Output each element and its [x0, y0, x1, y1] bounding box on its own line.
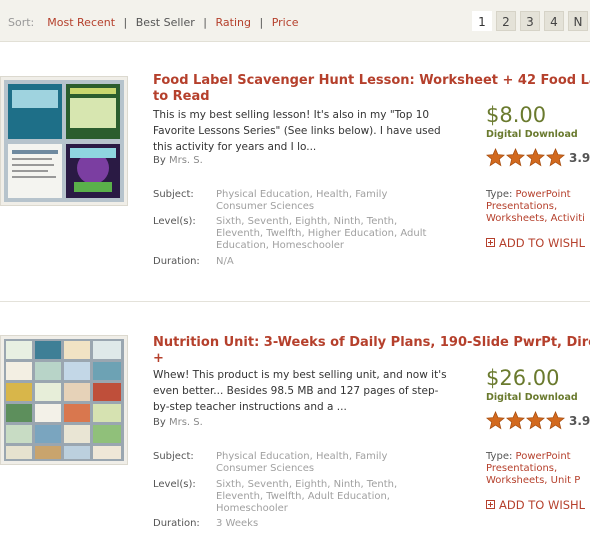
levels-label: Level(s): [153, 216, 196, 227]
sort-separator: | [203, 16, 207, 29]
product-price: $26.00 [486, 366, 560, 390]
sort-options: Sort: Most Recent | Best Seller | Rating… [8, 16, 299, 29]
duration-label: Duration: [153, 518, 200, 529]
subject-value[interactable]: Physical Education, Health, Family Consu… [216, 189, 431, 213]
star-icon [525, 147, 546, 167]
product-title-line[interactable]: Nutrition Unit: 3-Weeks of Daily Plans, … [153, 335, 590, 351]
product-format: Digital Download [486, 392, 578, 403]
plus-icon [486, 238, 495, 247]
subject-label: Subject: [153, 451, 194, 462]
by-label: By [153, 417, 166, 428]
subject-value[interactable]: Physical Education, Health, Family Consu… [216, 451, 431, 475]
product-type: Type: PowerPoint Presentations, Workshee… [486, 189, 590, 225]
wishlist-label[interactable]: ADD TO WISHL [499, 498, 585, 512]
rating-stars: 3.9 [485, 410, 590, 430]
type-value[interactable]: PowerPoint [516, 189, 571, 200]
product-author: By Mrs. S. [153, 417, 203, 428]
pagination: 1234N [472, 11, 590, 31]
page-2-button[interactable]: 2 [496, 11, 516, 31]
star-icon [545, 147, 566, 167]
page-3-button[interactable]: 3 [520, 11, 540, 31]
star-icon [485, 410, 506, 430]
sort-best-seller[interactable]: Best Seller [136, 16, 195, 29]
next-page-button[interactable]: N [568, 11, 588, 31]
type-value[interactable]: Worksheets, Unit P [486, 475, 580, 486]
sort-bar: Sort: Most Recent | Best Seller | Rating… [0, 0, 590, 42]
add-to-wishlist-button[interactable]: ADD TO WISHL [486, 236, 585, 250]
sort-label: Sort: [8, 16, 35, 29]
product-type: Type: PowerPoint Presentations, Workshee… [486, 451, 590, 487]
author-link[interactable]: Mrs. S. [169, 155, 203, 166]
by-label: By [153, 155, 166, 166]
type-value[interactable]: Presentations, [486, 463, 557, 474]
duration-value: N/A [216, 256, 234, 267]
type-label: Type: [486, 451, 513, 462]
sort-rating[interactable]: Rating [216, 16, 251, 29]
subject-label: Subject: [153, 189, 194, 200]
star-icon [485, 147, 506, 167]
type-label: Type: [486, 189, 513, 200]
plus-icon [486, 500, 495, 509]
product-thumbnail[interactable] [0, 335, 128, 465]
product-title[interactable]: Nutrition Unit: 3-Weeks of Daily Plans, … [153, 335, 590, 367]
product-title-line[interactable]: + [153, 351, 590, 367]
sort-most-recent[interactable]: Most Recent [47, 16, 115, 29]
product-title-line[interactable]: Food Label Scavenger Hunt Lesson: Worksh… [153, 73, 590, 89]
star-icon [525, 410, 546, 430]
levels-label: Level(s): [153, 479, 196, 490]
star-icon [505, 147, 526, 167]
sort-separator: | [259, 16, 264, 29]
rating-stars: 3.9 [485, 147, 590, 167]
levels-value[interactable]: Sixth, Seventh, Eighth, Ninth, Tenth, El… [216, 479, 431, 515]
product-format: Digital Download [486, 129, 578, 140]
duration-value: 3 Weeks [216, 518, 259, 529]
type-value[interactable]: Worksheets, Activiti [486, 213, 585, 224]
product-divider [0, 301, 590, 302]
slide-preview-image [4, 80, 124, 202]
page-4-button[interactable]: 4 [544, 11, 564, 31]
product-title[interactable]: Food Label Scavenger Hunt Lesson: Worksh… [153, 73, 590, 105]
page-1-button[interactable]: 1 [472, 11, 492, 31]
duration-label: Duration: [153, 256, 200, 267]
sort-separator: | [123, 16, 128, 29]
product-thumbnail[interactable] [0, 76, 128, 206]
wishlist-label[interactable]: ADD TO WISHL [499, 236, 585, 250]
rating-score: 3.9 [569, 413, 590, 428]
sort-price[interactable]: Price [272, 16, 299, 29]
product-price: $8.00 [486, 103, 547, 127]
slide-preview-image [4, 339, 124, 461]
levels-value[interactable]: Sixth, Seventh, Eighth, Ninth, Tenth, El… [216, 216, 431, 252]
product-description: Whew! This product is my best selling un… [153, 369, 447, 413]
rating-score: 3.9 [569, 150, 590, 165]
type-value[interactable]: PowerPoint [516, 451, 571, 462]
star-icon [505, 410, 526, 430]
author-link[interactable]: Mrs. S. [169, 417, 203, 428]
add-to-wishlist-button[interactable]: ADD TO WISHL [486, 498, 585, 512]
product-author: By Mrs. S. [153, 155, 203, 166]
star-icon [545, 410, 566, 430]
product-description: This is my best selling lesson! It's als… [153, 109, 441, 153]
type-value[interactable]: Presentations, [486, 201, 557, 212]
